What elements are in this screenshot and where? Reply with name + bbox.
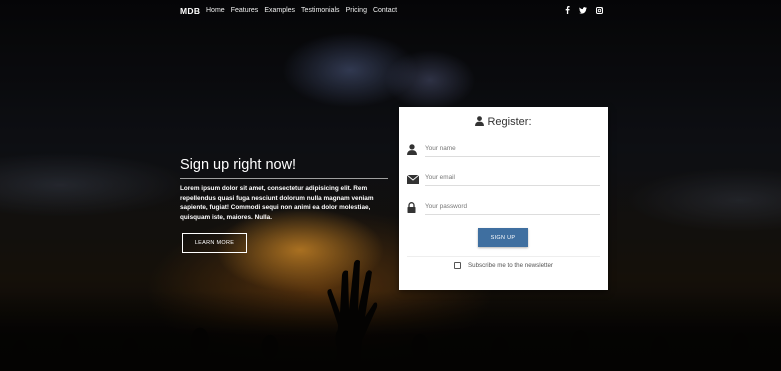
nav-links: Home Features Examples Testimonials Pric… [206, 7, 403, 14]
register-header: Register: [399, 114, 608, 130]
lock-icon [407, 200, 418, 213]
name-input[interactable] [425, 141, 600, 157]
email-input[interactable] [425, 170, 600, 186]
email-field-group [405, 169, 600, 189]
user-icon [407, 142, 418, 155]
newsletter-option[interactable]: Subscribe me to the newsletter [454, 262, 553, 269]
register-title: Register: [487, 116, 532, 128]
name-field-group [405, 140, 600, 160]
password-field-group [405, 198, 600, 218]
learn-more-button[interactable]: LEARN MORE [182, 233, 247, 253]
password-input[interactable] [425, 199, 600, 215]
user-icon [475, 113, 485, 131]
register-card: Register: SIGN UP Subscribe me to the ne… [399, 107, 608, 290]
social-links [563, 6, 603, 14]
hero-divider [180, 178, 388, 179]
brand-logo[interactable]: MDB [180, 6, 200, 16]
hero-title: Sign up right now! [180, 157, 297, 173]
nav-link-home[interactable]: Home [206, 7, 225, 14]
card-divider [407, 256, 600, 257]
instagram-icon[interactable] [595, 6, 603, 14]
hero-text: Lorem ipsum dolor sit amet, consectetur … [180, 185, 374, 221]
sign-up-button[interactable]: SIGN UP [478, 228, 528, 247]
newsletter-checkbox[interactable] [454, 262, 461, 269]
nav-link-features[interactable]: Features [231, 7, 259, 14]
nav-link-testimonials[interactable]: Testimonials [301, 7, 340, 14]
twitter-icon[interactable] [579, 6, 587, 14]
facebook-icon[interactable] [563, 6, 571, 14]
top-navbar: MDB Home Features Examples Testimonials … [0, 0, 781, 24]
envelope-icon [406, 171, 420, 184]
newsletter-label: Subscribe me to the newsletter [468, 262, 553, 269]
nav-link-pricing[interactable]: Pricing [346, 7, 367, 14]
nav-link-contact[interactable]: Contact [373, 7, 397, 14]
nav-link-examples[interactable]: Examples [264, 7, 295, 14]
